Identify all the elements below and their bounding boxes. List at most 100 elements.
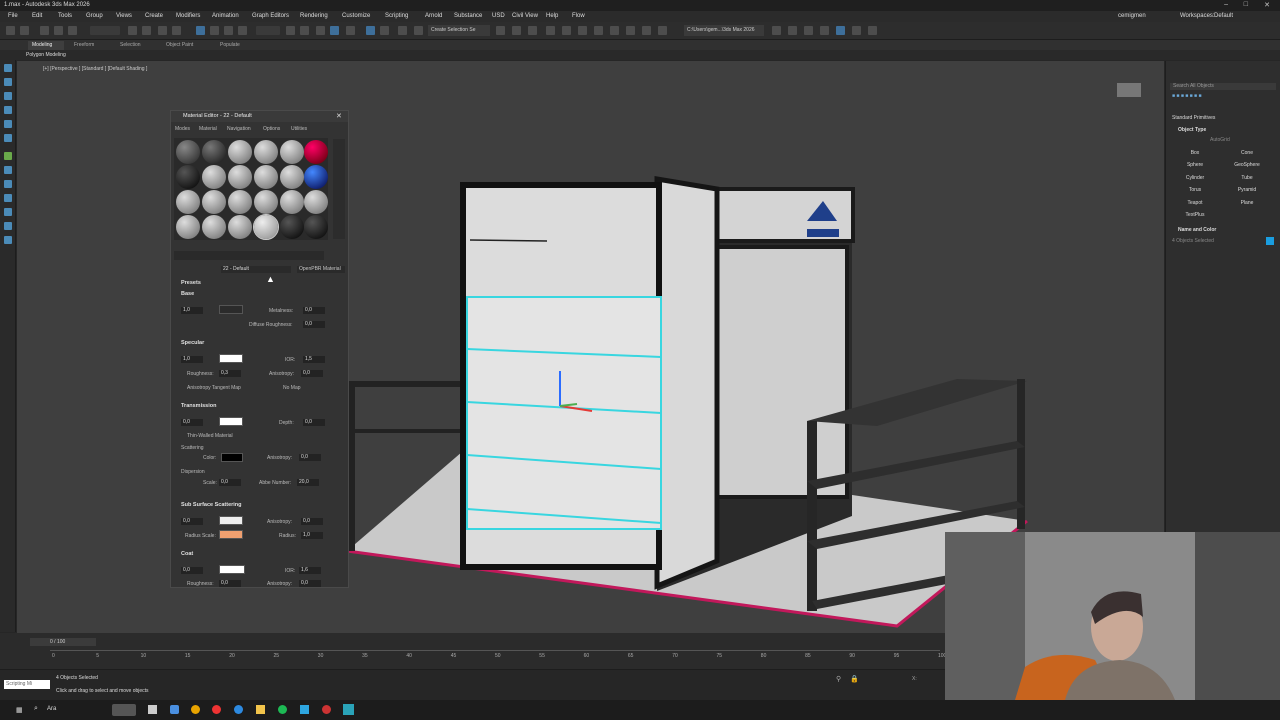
placement-icon[interactable]: [238, 26, 247, 35]
menu-create[interactable]: Create: [145, 13, 163, 19]
display-icon[interactable]: [4, 120, 12, 128]
menu-animation[interactable]: Animation: [212, 13, 239, 19]
mat-menu-material[interactable]: Material: [199, 126, 217, 132]
coat-anisotropy-value[interactable]: 0,0: [299, 580, 321, 587]
menu-customize[interactable]: Customize: [342, 13, 370, 19]
menu-tools[interactable]: Tools: [58, 13, 72, 19]
arnold-render-icon[interactable]: [836, 26, 845, 35]
metalness-value[interactable]: 0,0: [303, 307, 325, 314]
ribbon-tab-modeling[interactable]: Modeling: [32, 42, 52, 48]
lock-icon[interactable]: 🔒: [850, 675, 859, 683]
curve-editor-icon[interactable]: [546, 26, 555, 35]
reference-coord[interactable]: [256, 26, 280, 35]
sample-slot[interactable]: [280, 165, 304, 189]
sample-slot[interactable]: [304, 190, 328, 214]
maxscript-listener[interactable]: Scripting Mi: [4, 680, 50, 689]
geosphere-button[interactable]: GeoSphere: [1222, 162, 1272, 168]
coat-color-swatch[interactable]: [219, 565, 245, 574]
time-slider[interactable]: 0 / 100: [30, 638, 96, 646]
mat-side-tools[interactable]: [333, 139, 345, 239]
base-weight[interactable]: 1,0: [181, 307, 203, 314]
mirror-icon[interactable]: [414, 26, 423, 35]
unlink-icon[interactable]: [54, 26, 63, 35]
minimize-icon[interactable]: –: [1224, 1, 1228, 8]
display-filter-icon[interactable]: [4, 236, 12, 244]
spinner-snap-icon[interactable]: [380, 26, 389, 35]
autogrid-checkbox[interactable]: AutoGrid: [1210, 137, 1230, 143]
base-color-swatch[interactable]: [219, 305, 243, 314]
name-color-header[interactable]: Name and Color: [1178, 227, 1216, 233]
sample-slot[interactable]: [176, 190, 200, 214]
radius-scale-swatch[interactable]: [219, 530, 243, 539]
menu-edit[interactable]: Edit: [32, 13, 42, 19]
start-icon[interactable]: ▦: [16, 706, 23, 714]
workspace-select[interactable]: Default: [1214, 13, 1233, 19]
presets-header[interactable]: Presets: [181, 280, 201, 286]
depth-value[interactable]: 0,0: [303, 419, 325, 426]
create-icon[interactable]: [4, 64, 12, 72]
scene-explorer-left-icon[interactable]: [4, 152, 12, 160]
flow-icon[interactable]: [868, 26, 877, 35]
widgets-icon[interactable]: [112, 704, 136, 716]
ribbon-tab-freeform[interactable]: Freeform: [74, 42, 94, 48]
keyboard-shortcut-icon[interactable]: [316, 26, 325, 35]
folder-icon[interactable]: [256, 705, 265, 714]
render-cloud-icon[interactable]: [642, 26, 651, 35]
radius-value[interactable]: 1,0: [301, 532, 323, 539]
sample-slot[interactable]: [254, 190, 278, 214]
menu-flow[interactable]: Flow: [572, 13, 585, 19]
sample-slot[interactable]: [202, 190, 226, 214]
motion-icon[interactable]: [4, 106, 12, 114]
scene-explorer-icon[interactable]: [528, 26, 537, 35]
thin-walled-checkbox[interactable]: Thin-Walled Material: [187, 433, 233, 439]
close-icon[interactable]: ✕: [1264, 1, 1270, 9]
isolate-icon[interactable]: [4, 180, 12, 188]
hierarchy-icon[interactable]: [4, 92, 12, 100]
unhide-icon[interactable]: [4, 222, 12, 230]
project-icon[interactable]: [772, 26, 781, 35]
box-button[interactable]: Box: [1170, 150, 1220, 156]
menu-civil-view[interactable]: Civil View: [512, 13, 538, 19]
transmission-color-swatch[interactable]: [219, 417, 243, 426]
redo-icon[interactable]: [20, 26, 29, 35]
selection-filter[interactable]: [90, 26, 120, 35]
align-icon[interactable]: [496, 26, 505, 35]
maximize-icon[interactable]: □: [1244, 1, 1248, 8]
grid-icon[interactable]: [804, 26, 813, 35]
3dsmax-icon[interactable]: [343, 704, 354, 715]
mat-menu-navigation[interactable]: Navigation: [227, 126, 251, 132]
ribbon-subtab[interactable]: Polygon Modeling: [26, 52, 66, 58]
substance-icon[interactable]: [852, 26, 861, 35]
scale-icon[interactable]: [224, 26, 233, 35]
textplus-button[interactable]: TextPlus: [1170, 212, 1220, 218]
modify-icon[interactable]: [4, 78, 12, 86]
rotate-icon[interactable]: [210, 26, 219, 35]
rect-region-icon[interactable]: [158, 26, 167, 35]
user-account[interactable]: cemigmen: [1118, 13, 1146, 19]
menu-file[interactable]: File: [8, 13, 18, 19]
pyramid-button[interactable]: Pyramid: [1222, 187, 1272, 193]
render-icon[interactable]: [626, 26, 635, 35]
diffuse-roughness-value[interactable]: 0,0: [303, 321, 325, 328]
search-objects-input[interactable]: Search All Objects: [1170, 83, 1276, 90]
menu-help[interactable]: Help: [546, 13, 558, 19]
edge-icon[interactable]: [234, 705, 243, 714]
dispersion-scale-value[interactable]: 0,0: [219, 479, 241, 486]
abbe-value[interactable]: 20,0: [297, 479, 319, 486]
transmission-header[interactable]: Transmission: [181, 403, 216, 409]
sss-header[interactable]: Sub Surface Scattering: [181, 502, 242, 508]
viewport-label[interactable]: [+] [Perspective ] [Standard ] [Default …: [43, 66, 147, 72]
object-type-header[interactable]: Object Type: [1178, 127, 1206, 133]
search-icon[interactable]: ⌕: [34, 705, 38, 713]
link-icon[interactable]: [40, 26, 49, 35]
menu-scripting[interactable]: Scripting: [385, 13, 408, 19]
coat-weight[interactable]: 0,0: [181, 567, 203, 574]
menu-arnold[interactable]: Arnold: [425, 13, 442, 19]
window-crossing-icon[interactable]: [172, 26, 181, 35]
object-color-swatch[interactable]: [1266, 237, 1274, 245]
sample-slot[interactable]: [304, 140, 328, 164]
create-tab-icons[interactable]: ■ ■ ■ ■ ■ ■ ■: [1172, 93, 1201, 99]
sample-slot[interactable]: [228, 190, 252, 214]
undo-icon[interactable]: [6, 26, 15, 35]
primitives-dropdown[interactable]: Standard Primitives: [1172, 115, 1215, 121]
